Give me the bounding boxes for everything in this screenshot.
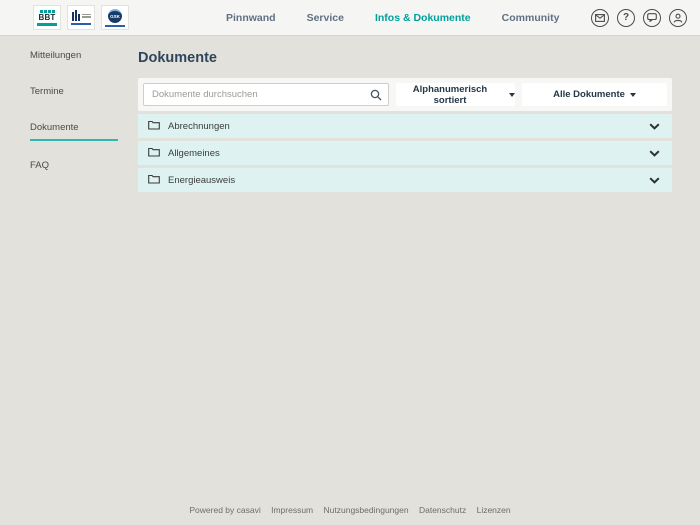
body-row: Mitteilungen Termine Dokumente FAQ Dokum… [0, 36, 700, 488]
folder-label: Energieausweis [168, 174, 236, 186]
folder-row-allgemeines[interactable]: Allgemeines [138, 141, 672, 165]
page: BBT GSK Pinnwand Service Infos & Dokumen… [0, 0, 700, 525]
caret-down-icon [509, 92, 515, 97]
footer-link-lizenzen[interactable]: Lizenzen [477, 505, 511, 515]
sidebar-item-faq[interactable]: FAQ [30, 160, 118, 177]
bbt-berlin-logo[interactable] [67, 5, 95, 30]
main-nav: Pinnwand Service Infos & Dokumente Commu… [226, 12, 559, 24]
powered-by-text: Powered by casavi [189, 505, 261, 515]
chevron-down-icon[interactable] [649, 171, 660, 189]
filter-dropdown-button[interactable]: Alle Dokumente [522, 83, 667, 106]
mail-icon[interactable] [591, 8, 609, 27]
bbt-logo-text: BBT [38, 12, 56, 22]
footer: Powered by casavi Impressum Nutzungsbedi… [0, 505, 700, 515]
folder-icon [148, 117, 160, 135]
header-icon-group: ? [591, 8, 690, 27]
folder-row-energieausweis[interactable]: Energieausweis [138, 168, 672, 192]
toolbar: Alphanumerisch sortiert Alle Dokumente [138, 78, 672, 111]
sidebar-item-mitteilungen[interactable]: Mitteilungen [30, 50, 118, 67]
footer-link-datenschutz[interactable]: Datenschutz [419, 505, 466, 515]
bbt-logo-bar [37, 22, 57, 26]
nav-item-pinnwand[interactable]: Pinnwand [226, 12, 276, 24]
bbt-logo[interactable]: BBT [33, 5, 61, 30]
nav-item-service[interactable]: Service [307, 12, 344, 24]
folder-row-abrechnungen[interactable]: Abrechnungen [138, 114, 672, 138]
sidebar-item-termine[interactable]: Termine [30, 86, 118, 103]
folder-icon [148, 171, 160, 189]
bars-icon [71, 10, 80, 21]
folder-label: Abrechnungen [168, 120, 230, 132]
folder-label: Allgemeines [168, 147, 220, 159]
nav-item-infos-dokumente[interactable]: Infos & Dokumente [375, 12, 471, 24]
folder-list: Abrechnungen Allgemeines Energieausweis [138, 114, 672, 192]
chevron-down-icon[interactable] [649, 144, 660, 162]
folder-icon [148, 144, 160, 162]
logo-text-lines [81, 13, 91, 19]
sidebar: Mitteilungen Termine Dokumente FAQ [0, 36, 138, 488]
sort-dropdown-button[interactable]: Alphanumerisch sortiert [396, 83, 515, 106]
search-input[interactable] [143, 83, 389, 106]
caret-down-icon [629, 92, 636, 97]
chevron-down-icon[interactable] [649, 117, 660, 135]
page-title: Dokumente [138, 50, 217, 66]
logo-group: BBT GSK [33, 5, 129, 30]
sort-dropdown-label: Alphanumerisch sortiert [412, 83, 488, 106]
top-bar: BBT GSK Pinnwand Service Infos & Dokumen… [0, 0, 700, 36]
footer-link-nutzungsbedingungen[interactable]: Nutzungsbedingungen [324, 505, 409, 515]
gsk-logo[interactable]: GSK [101, 5, 129, 30]
gsk-globe-icon: GSK [108, 8, 122, 23]
help-icon[interactable]: ? [617, 8, 635, 27]
search-field-wrap [143, 83, 389, 106]
main-content: Dokumente Alphanumerisch sortiert Alle D… [138, 36, 672, 488]
feedback-icon[interactable] [643, 8, 661, 27]
nav-item-community[interactable]: Community [502, 12, 560, 24]
footer-link-impressum[interactable]: Impressum [271, 505, 313, 515]
filter-dropdown-label: Alle Dokumente [553, 89, 625, 100]
sidebar-item-dokumente[interactable]: Dokumente [30, 122, 118, 141]
search-icon[interactable] [370, 88, 382, 106]
account-icon[interactable] [669, 8, 687, 27]
